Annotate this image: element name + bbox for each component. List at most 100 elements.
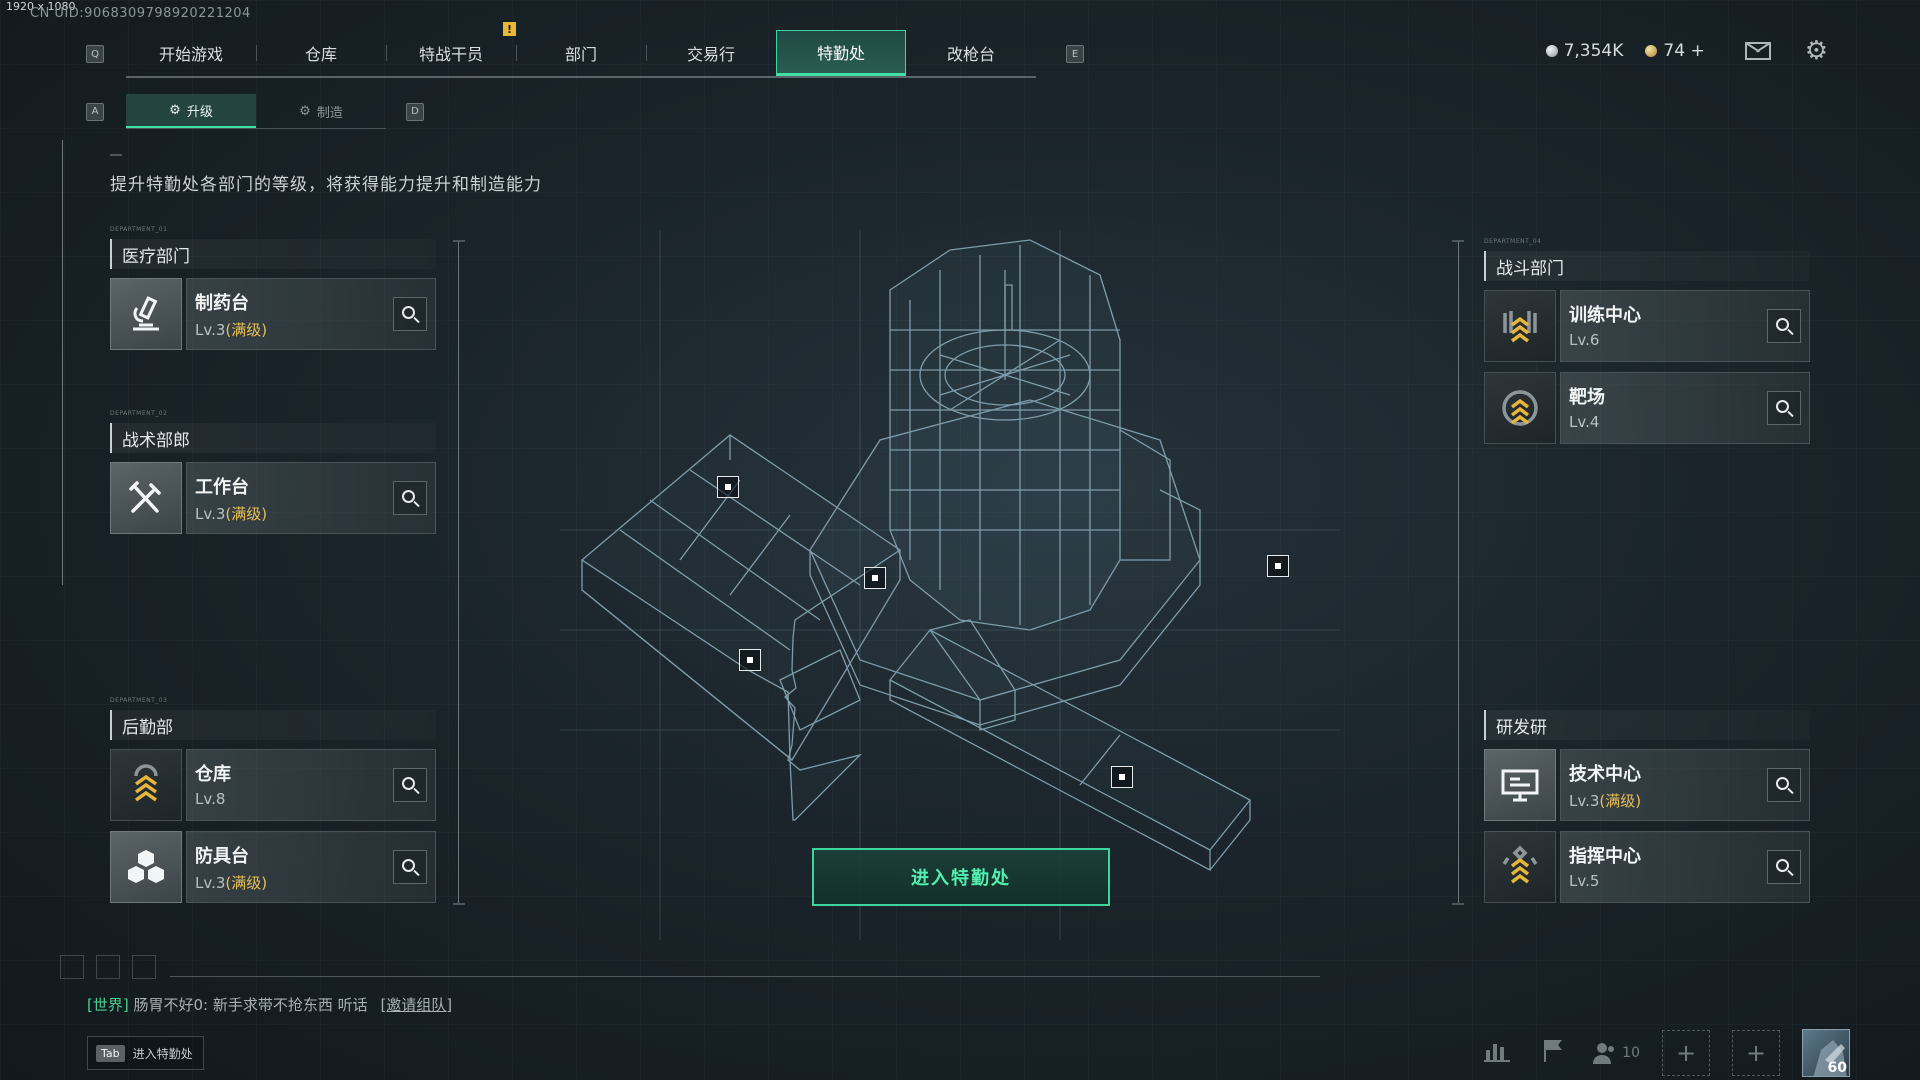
- facility-info: 制药台 Lv.3(满级): [186, 278, 436, 350]
- enter-special-ops-button[interactable]: 进入特勤处: [812, 848, 1110, 906]
- facility-hotspot[interactable]: [1111, 766, 1133, 788]
- tab-hint[interactable]: Tab 进入特勤处: [87, 1036, 204, 1070]
- divider: [62, 140, 63, 585]
- tab-start-game[interactable]: 开始游戏: [126, 30, 256, 76]
- level-value: Lv.5: [1569, 872, 1600, 890]
- deco-box: [96, 955, 120, 979]
- search-icon: [1776, 777, 1789, 790]
- divider: [1452, 240, 1464, 242]
- dept-title: 战术部郎: [110, 423, 436, 453]
- inspect-button[interactable]: [393, 297, 427, 331]
- facility-info: 技术中心 Lv.3(满级): [1560, 749, 1810, 821]
- facility-info: 工作台 Lv.3(满级): [186, 462, 436, 534]
- dept-combat: DEPARTMENT_04 战斗部门 训练中心 Lv.6 靶场 Lv.4: [1484, 238, 1810, 454]
- top-nav: Q 开始游戏 仓库 特战干员! 部门 交易行 特勤处 改枪台 E: [86, 22, 1084, 78]
- player-uid: CN UID:9068309798920221204: [30, 6, 251, 21]
- nav-left-key[interactable]: Q: [86, 45, 104, 63]
- tab-key: Tab: [96, 1044, 125, 1062]
- facility-hotspot[interactable]: [717, 476, 739, 498]
- inspect-button[interactable]: [1767, 850, 1801, 884]
- divider: [458, 240, 459, 905]
- main-tabs: 开始游戏 仓库 特战干员! 部门 交易行 特勤处 改枪台: [126, 22, 1036, 78]
- dept-tag: DEPARTMENT_02: [110, 410, 168, 417]
- tab-craft[interactable]: ⚙ 制造: [256, 94, 386, 128]
- tools-icon: [110, 462, 182, 534]
- level-value: Lv.3: [195, 505, 226, 523]
- rank-chevron-icon: [1484, 372, 1556, 444]
- level-value: Lv.8: [195, 790, 226, 808]
- inspect-button[interactable]: [393, 768, 427, 802]
- rank-chevron-icon: [1484, 831, 1556, 903]
- subnav-right-key[interactable]: D: [406, 102, 424, 121]
- facility-card-tech-center[interactable]: 技术中心 Lv.3(满级): [1484, 749, 1810, 821]
- invite-team-link[interactable]: [邀请组队]: [380, 996, 452, 1014]
- deco-box: [132, 955, 156, 979]
- inspect-button[interactable]: [1767, 391, 1801, 425]
- gold-currency[interactable]: 74 +: [1645, 41, 1705, 61]
- rank-chevron-icon: [110, 749, 182, 821]
- gold-amount: 74 +: [1663, 41, 1705, 61]
- dept-tag: [1484, 697, 1810, 707]
- tab-department[interactable]: 部门: [516, 30, 646, 76]
- tab-operators[interactable]: 特战干员!: [386, 22, 516, 76]
- search-icon: [402, 306, 415, 319]
- divider: [453, 903, 465, 905]
- chat-message[interactable]: [世界] 肠胃不好0: 新手求带不抢东西 听话 [邀请组队]: [87, 994, 452, 1015]
- chat-channel: [世界]: [87, 996, 129, 1014]
- facility-hotspot[interactable]: [864, 567, 886, 589]
- nav-right-key[interactable]: E: [1066, 45, 1084, 63]
- facility-info: 靶场 Lv.4: [1560, 372, 1810, 444]
- facility-info: 仓库 Lv.8: [186, 749, 436, 821]
- rank-chevron-icon: [1484, 290, 1556, 362]
- facility-card-command-center[interactable]: 指挥中心 Lv.5: [1484, 831, 1810, 903]
- tab-upgrade[interactable]: ⚙ 升级: [126, 94, 256, 128]
- stats-icon[interactable]: [1480, 1038, 1514, 1068]
- chat-text: 新手求带不抢东西 听话: [212, 996, 368, 1014]
- facility-hotspot[interactable]: [739, 649, 761, 671]
- page-description: 提升特勤处各部门的等级，将获得能力提升和制造能力: [110, 175, 542, 195]
- alert-badge: !: [503, 22, 516, 36]
- max-level-tag: (满级): [1599, 792, 1642, 810]
- inspect-button[interactable]: [1767, 768, 1801, 802]
- tab-special-ops[interactable]: 特勤处: [776, 30, 906, 76]
- sub-tabs: ⚙ 升级 ⚙ 制造: [126, 94, 386, 129]
- friends-button[interactable]: 10: [1592, 1041, 1640, 1065]
- facility-card-workbench[interactable]: 工作台 Lv.3(满级): [110, 462, 436, 534]
- tab-trade[interactable]: 交易行: [646, 30, 776, 76]
- facility-card-training-center[interactable]: 训练中心 Lv.6: [1484, 290, 1810, 362]
- inspect-button[interactable]: [393, 850, 427, 884]
- facility-card-pharmacy[interactable]: 制药台 Lv.3(满级): [110, 278, 436, 350]
- facility-hotspot[interactable]: [1267, 555, 1289, 577]
- tab-hint-label: 进入特勤处: [132, 1046, 193, 1061]
- gear-icon[interactable]: ⚙: [1805, 38, 1828, 64]
- tab-gunsmith[interactable]: 改枪台: [906, 30, 1036, 76]
- tab-warehouse[interactable]: 仓库: [256, 30, 386, 76]
- search-icon: [1776, 400, 1789, 413]
- tab-label: 制造: [316, 105, 343, 121]
- silver-coin-icon: [1545, 45, 1558, 57]
- search-icon: [402, 777, 415, 790]
- deco-box: [60, 955, 84, 979]
- max-level-tag: (满级): [225, 321, 268, 339]
- building-wireframe: [560, 230, 1340, 940]
- silver-currency[interactable]: 7,354K: [1545, 41, 1623, 61]
- team-slot-add[interactable]: +: [1732, 1030, 1780, 1076]
- mail-icon[interactable]: [1744, 42, 1771, 60]
- facility-card-warehouse[interactable]: 仓库 Lv.8: [110, 749, 436, 821]
- search-icon: [1776, 318, 1789, 331]
- tab-label: 开始游戏: [158, 45, 223, 64]
- player-level: 60: [1827, 1060, 1847, 1076]
- avatar[interactable]: 60: [1802, 1029, 1850, 1077]
- cubes-icon: [110, 831, 182, 903]
- inspect-button[interactable]: [1767, 309, 1801, 343]
- divider: [1452, 903, 1464, 905]
- inspect-button[interactable]: [393, 481, 427, 515]
- facility-card-armor-bench[interactable]: 防具台 Lv.3(满级): [110, 831, 436, 903]
- subnav-left-key[interactable]: A: [86, 102, 104, 121]
- flag-icon[interactable]: [1536, 1038, 1570, 1068]
- facility-card-shooting-range[interactable]: 靶场 Lv.4: [1484, 372, 1810, 444]
- team-slot-add[interactable]: +: [1662, 1030, 1710, 1076]
- level-value: Lv.3: [195, 874, 226, 892]
- base-building-model[interactable]: [560, 230, 1340, 940]
- gold-coin-icon: [1645, 45, 1658, 57]
